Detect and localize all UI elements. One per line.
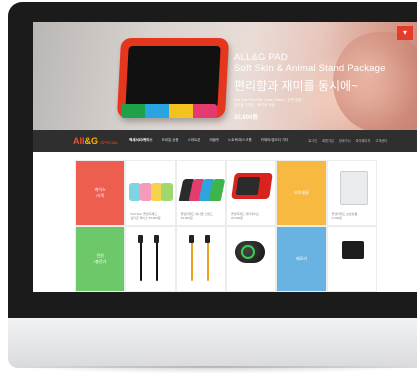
logo-text-g: G xyxy=(91,136,99,146)
leather-case-screen xyxy=(235,177,261,195)
product-name: 올앤지패드 레더케이스 29,000원 xyxy=(230,212,260,220)
hero-text-block: ALL&G PAD Soft Skin & Animal Stand Packa… xyxy=(234,52,386,121)
charger-ring xyxy=(240,245,255,259)
monitor-chin xyxy=(8,318,417,368)
silicone-case-green xyxy=(161,183,174,201)
product-card-usb-cable[interactable] xyxy=(125,226,176,292)
category-label-film: 보호필름 xyxy=(294,190,309,195)
cable-image xyxy=(140,241,143,281)
category-label-power: 전원 /충전기 xyxy=(94,253,107,264)
plug-top-icon xyxy=(138,235,144,243)
nav-item-mobile[interactable]: 모바일 상품 xyxy=(162,138,179,143)
category-tile-power[interactable]: 전원 /충전기 xyxy=(75,226,126,292)
nav-item-notebook[interactable]: 노트북/데스크톱 xyxy=(228,138,252,143)
protective-film-image xyxy=(339,171,368,205)
monitor-shadow xyxy=(10,366,417,374)
tablet-screen xyxy=(125,46,221,108)
product-card-braided-cable[interactable] xyxy=(175,226,226,292)
website-screen: ALL&G PAD Soft Skin & Animal Stand Packa… xyxy=(33,22,417,292)
product-name: Soft Skin 올앤지패드 실리콘 케이스 35,800원 xyxy=(130,212,161,220)
util-support-link[interactable]: 고객센터 xyxy=(375,138,387,143)
util-login-link[interactable]: 로그인 xyxy=(308,138,317,143)
imac-mockup: ALL&G PAD Soft Skin & Animal Stand Packa… xyxy=(0,0,417,375)
util-mypage-link[interactable]: 마이페이지 xyxy=(356,138,371,143)
product-card-car-charger[interactable] xyxy=(225,226,277,292)
braided-cable-image xyxy=(190,241,193,281)
category-label-memory: 메모리 xyxy=(295,256,308,261)
sd-card-image xyxy=(341,241,364,259)
hero-price: 35,800원 xyxy=(234,115,258,121)
plug-top-icon-2 xyxy=(154,235,160,243)
nav-item-smartphone[interactable]: 스마트폰 xyxy=(188,138,201,143)
plug-top-icon-2 xyxy=(204,235,210,243)
logo-suffix: OFFICIAL xyxy=(100,140,119,145)
plug-top-icon xyxy=(188,235,194,243)
hero-subtitle: 편리함과 재미를 동시에~ xyxy=(234,79,359,93)
cable-image-2 xyxy=(156,241,159,281)
car-charger-image xyxy=(234,241,265,263)
nav-item-camera[interactable]: 카메라/캠코더 기타 xyxy=(261,138,289,143)
hero-title-line-1: ALL&G PAD xyxy=(234,52,288,63)
product-grid: 케이스 /가죽 Soft Skin 올앤지패드 실리콘 케이스 35,800원 … xyxy=(75,160,377,292)
product-card-leather-case[interactable]: 올앤지패드 레더케이스 29,000원 xyxy=(225,160,277,226)
product-name: 올앤지패드 애니멀 스탠드 35,800원 xyxy=(180,212,213,220)
site-logo[interactable]: All&G OFFICIAL xyxy=(73,136,118,147)
product-card-silicone-case[interactable]: Soft Skin 올앤지패드 실리콘 케이스 35,800원 xyxy=(125,160,176,226)
category-tile-case[interactable]: 케이스 /가죽 xyxy=(75,160,126,226)
logo-text-all: All xyxy=(73,136,85,146)
hero-banner[interactable]: ALL&G PAD Soft Skin & Animal Stand Packa… xyxy=(33,22,417,130)
chevron-down-icon: ▾ xyxy=(402,28,407,37)
nav-item-accessories[interactable]: 액세서리/케이스 xyxy=(129,138,153,143)
product-card-protective-film[interactable]: 올앤지패드 보호필름 9,000원 xyxy=(326,160,377,226)
nav-menu: 액세서리/케이스 모바일 상품 스마트폰 태블릿 노트북/데스크톱 카메라/캠코… xyxy=(129,138,288,143)
hero-description: Slot One Plus Skin Case / Stand · 완벽 호환 … xyxy=(234,98,304,107)
util-cart-link[interactable]: 장바구니 xyxy=(339,138,351,143)
main-nav: All&G OFFICIAL 액세서리/케이스 모바일 상품 스마트폰 태블릿 노… xyxy=(33,130,417,152)
utility-links: 로그인 회원가입 장바구니 마이페이지 고객센터 xyxy=(308,138,387,143)
category-tile-film[interactable]: 보호필름 xyxy=(276,160,327,226)
product-card-animal-stand[interactable]: 올앤지패드 애니멀 스탠드 35,800원 xyxy=(175,160,226,226)
util-join-link[interactable]: 회원가입 xyxy=(322,138,334,143)
hero-menu-button[interactable]: ▾ xyxy=(397,26,413,40)
category-tile-memory[interactable]: 메모리 xyxy=(276,226,327,292)
product-card-sd-card[interactable] xyxy=(326,226,377,292)
leather-case-image xyxy=(231,173,273,199)
animal-stand-image xyxy=(121,104,217,118)
product-name: 올앤지패드 보호필름 9,000원 xyxy=(331,212,358,220)
category-label-case: 케이스 /가죽 xyxy=(94,187,106,198)
nav-item-tablet[interactable]: 태블릿 xyxy=(209,138,219,143)
hero-title-line-2: Soft Skin & Animal Stand Package xyxy=(234,63,386,74)
braided-cable-image-2 xyxy=(206,241,209,281)
